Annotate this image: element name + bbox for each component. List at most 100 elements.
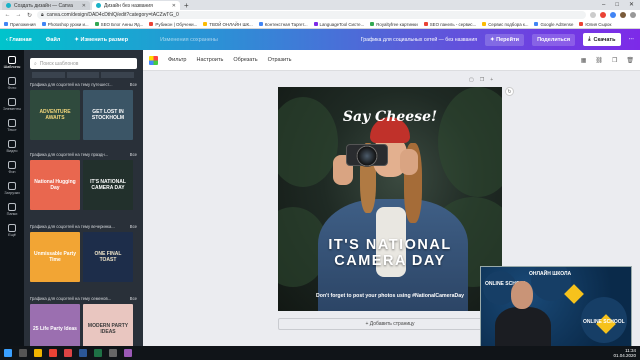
reload-icon[interactable]: ↻ xyxy=(26,12,33,19)
design-script-text[interactable]: Say Cheese! xyxy=(278,109,502,125)
rail-item[interactable]: Загрузки xyxy=(4,182,20,195)
bookmark-label: SEO Блог Анны Яд... xyxy=(100,21,144,27)
extension-icon[interactable] xyxy=(600,12,606,18)
extension-icon[interactable] xyxy=(610,12,616,18)
bookmark-favicon-icon xyxy=(423,22,428,26)
bookmark-label: ТВОЙ ОНЛАЙН ШК... xyxy=(209,21,253,27)
bookmark-label: Юлия Сырок xyxy=(585,21,612,27)
add-page-button[interactable]: + Добавить страницу xyxy=(278,318,502,330)
bookmark-item[interactable]: Приложения xyxy=(4,22,36,27)
bookmark-label: SEO панель - сервис... xyxy=(429,21,477,27)
flip-button[interactable]: Отразить xyxy=(268,57,292,63)
template-thumbnail[interactable]: MODERN PARTY IDEAS xyxy=(83,304,133,346)
bookmark-label: Royaltyfree картинки xyxy=(376,21,418,27)
rail-item[interactable]: Текст xyxy=(7,119,17,132)
rail-item[interactable]: Папки xyxy=(7,203,17,216)
see-all-link[interactable]: Все xyxy=(130,82,137,87)
taskbar-app-icon[interactable] xyxy=(124,349,132,357)
template-thumbnail[interactable]: ONE FINAL TOAST xyxy=(83,232,133,282)
share-button[interactable]: Поделиться xyxy=(532,33,576,46)
template-search-input[interactable]: ⌕ Поиск шаблонов xyxy=(30,58,137,69)
see-all-link[interactable]: Все xyxy=(130,224,137,229)
canva-header: ‹ Главная Файл ✦ Изменить размер Изменен… xyxy=(0,29,640,50)
bookmark-item[interactable]: Google AdSense xyxy=(534,22,573,27)
url-input[interactable]: 🔒︎ canva.com/design/DAD4cDthlQ/edit?cate… xyxy=(37,11,586,19)
bookmark-item[interactable]: Сервис подбора к... xyxy=(482,22,528,27)
color-picker-icon[interactable] xyxy=(149,55,158,65)
go-button[interactable]: ✦ Перейти xyxy=(485,33,525,46)
resize-button[interactable]: ✦ Изменить размер xyxy=(74,37,128,43)
maximize-button[interactable]: □ xyxy=(615,1,619,10)
rail-item[interactable]: Фон xyxy=(8,161,16,174)
bookmark-item[interactable]: Royaltyfree картинки xyxy=(370,22,418,27)
design-title[interactable]: Графика для социальных сетей — без назва… xyxy=(361,37,477,43)
taskbar-app-icon[interactable] xyxy=(19,349,27,357)
file-menu[interactable]: Файл xyxy=(46,37,61,43)
adjust-button[interactable]: Настроить xyxy=(196,57,223,63)
bookmark-favicon-icon xyxy=(94,22,99,26)
profile-avatar[interactable] xyxy=(620,12,626,18)
menu-icon[interactable] xyxy=(630,12,636,18)
rail-label: Фото xyxy=(7,86,17,90)
taskbar-app-icon[interactable] xyxy=(34,349,42,357)
bookmark-item[interactable]: Photoshop уроки и... xyxy=(41,21,89,27)
bookmark-favicon-icon xyxy=(203,22,208,26)
close-tab-icon[interactable]: ✕ xyxy=(82,3,86,9)
rail-item[interactable]: Элементы xyxy=(3,98,21,111)
see-all-link[interactable]: Все xyxy=(130,296,137,301)
bookmark-item[interactable]: SEO Блог Анны Яд... xyxy=(94,21,144,27)
taskbar-app-icon[interactable] xyxy=(79,349,87,357)
template-thumbnail[interactable]: GET LOST IN STOCKHOLM xyxy=(83,90,133,140)
add-page-icon[interactable]: + xyxy=(490,77,493,83)
rail-item[interactable]: Фото xyxy=(7,77,17,90)
bookmark-item[interactable]: ТВОЙ ОНЛАЙН ШК... xyxy=(203,21,253,27)
link-icon[interactable]: ⛓ xyxy=(595,57,603,64)
taskbar-app-icon[interactable] xyxy=(94,349,102,357)
back-arrow-icon[interactable]: ← xyxy=(4,12,11,18)
design-subtext[interactable]: Don't forget to post your photos using #… xyxy=(278,293,502,299)
close-tab-icon[interactable]: ✕ xyxy=(172,3,176,9)
rail-item[interactable]: Шаблоны xyxy=(4,56,20,69)
design-canvas[interactable]: Say Cheese! IT'S NATIONAL CAMERA DAY Don… xyxy=(278,87,502,311)
copy-icon[interactable]: ❐ xyxy=(612,57,617,64)
minimize-button[interactable]: – xyxy=(602,1,605,10)
trash-icon[interactable]: 🗑︎ xyxy=(626,57,634,64)
browser-tab[interactable]: Создать дизайн — Canva ✕ xyxy=(2,1,90,10)
template-thumbnail[interactable]: 25 Life Party Ideas xyxy=(30,304,80,346)
taskbar-clock: 11:34 01.04.2020 xyxy=(613,348,636,358)
webcam-overlay: ОНЛАЙН ШКОЛА ONLINE SCHOOL ONLINE SCHOOL xyxy=(480,266,632,352)
more-icon[interactable]: ⋯ xyxy=(629,37,635,43)
side-rail: Шаблоны Фото Элементы Текст Видео Фон Загрузки… xyxy=(0,50,24,346)
crop-button[interactable]: Обрезать xyxy=(233,57,257,63)
bookmark-item[interactable]: Юлия Сырок xyxy=(579,22,611,27)
new-tab-button[interactable]: + xyxy=(184,1,189,10)
rail-item[interactable]: Видео xyxy=(6,140,18,153)
bookmark-label: Photoshop уроки и... xyxy=(47,21,89,27)
windows-start-icon[interactable] xyxy=(4,349,12,357)
duplicate-page-icon[interactable]: ❐ xyxy=(480,77,484,83)
close-window-button[interactable]: ✕ xyxy=(629,1,634,10)
bookmark-item[interactable]: Рубикон | Обучени... xyxy=(149,22,197,27)
bookmark-item[interactable]: SEO панель - сервис... xyxy=(423,21,477,27)
download-button[interactable]: ⤓ Скачать xyxy=(583,33,621,46)
refresh-icon[interactable]: ↻ xyxy=(505,87,514,96)
template-thumbnail[interactable]: ADVENTURE AWAITS xyxy=(30,90,80,140)
browser-tab-active[interactable]: Дизайн без названия ✕ xyxy=(92,1,180,10)
forward-arrow-icon[interactable]: → xyxy=(15,12,22,18)
bookmark-item[interactable]: Контекстная Таргет... xyxy=(258,22,308,27)
taskbar-app-icon[interactable] xyxy=(64,349,72,357)
see-all-link[interactable]: Все xyxy=(130,152,137,157)
design-headline[interactable]: IT'S NATIONAL CAMERA DAY xyxy=(278,237,502,269)
taskbar-app-icon[interactable] xyxy=(49,349,57,357)
notes-icon[interactable]: ▢ xyxy=(469,77,474,83)
bookmark-item[interactable]: LanguageTool Систе... xyxy=(313,22,364,27)
taskbar-app-icon[interactable] xyxy=(109,349,117,357)
star-icon[interactable] xyxy=(590,12,596,18)
template-thumbnail[interactable]: IT'S NATIONAL CAMERA DAY xyxy=(83,160,133,210)
template-thumbnail[interactable]: Unmissable Party Time xyxy=(30,232,80,282)
filter-button[interactable]: Фильтр xyxy=(168,57,186,63)
transparency-icon[interactable]: ▦ xyxy=(581,57,587,64)
home-button[interactable]: ‹ Главная xyxy=(6,37,32,43)
rail-item[interactable]: Ещё xyxy=(8,224,16,237)
template-thumbnail[interactable]: National Hugging Day xyxy=(30,160,80,210)
